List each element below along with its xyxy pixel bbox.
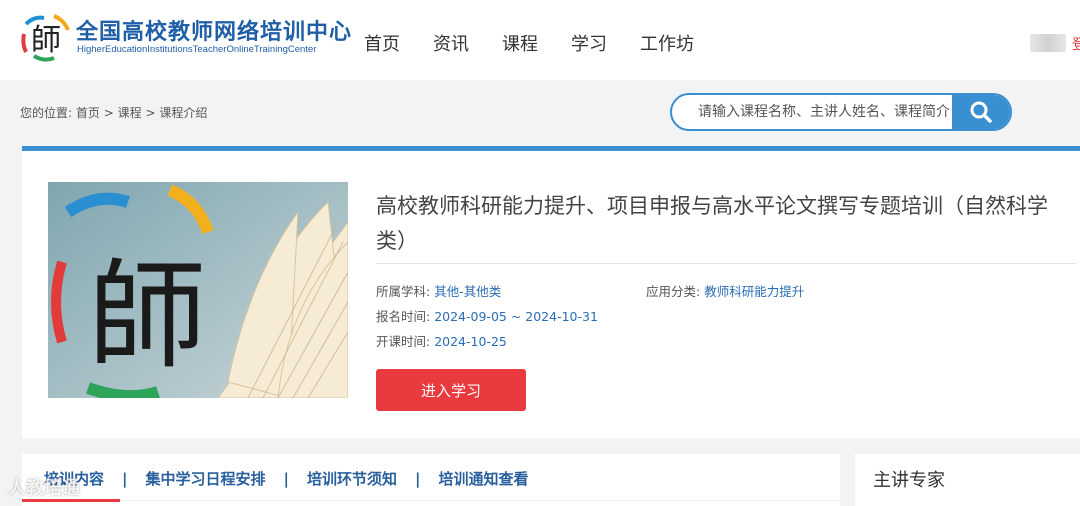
nav-home[interactable]: 首页 xyxy=(364,30,400,56)
enter-learning-button[interactable]: 进入学习 xyxy=(376,369,526,411)
nav-workshop[interactable]: 工作坊 xyxy=(640,30,694,56)
tab-separator: | xyxy=(415,469,421,488)
course-title: 高校教师科研能力提升、项目申报与高水平论文撰写专题培训（自然科学类） xyxy=(376,194,1048,253)
tab-separator: | xyxy=(283,469,289,488)
site-header: 師 全国高校教师网络培训中心 HigherEducationInstitutio… xyxy=(0,0,1080,80)
breadcrumb-home[interactable]: 首页 xyxy=(76,106,100,120)
enroll-value: 2024-09-05 ~ 2024-10-31 xyxy=(434,309,598,324)
tab-schedule[interactable]: 集中学习日程安排 xyxy=(146,468,266,489)
search-box xyxy=(670,93,1012,131)
svg-text:師: 師 xyxy=(88,247,206,385)
expert-panel-title: 主讲专家 xyxy=(873,470,945,491)
main-nav: 首页 资讯 课程 学习 工作坊 xyxy=(364,30,727,56)
course-subject: 所属学科: 其他-其他类 xyxy=(376,281,501,300)
tab-separator: | xyxy=(122,469,128,488)
course-cover-image: 師 xyxy=(48,182,348,398)
search-input[interactable] xyxy=(672,95,954,129)
tab-instructions[interactable]: 培训环节须知 xyxy=(307,468,397,489)
breadcrumb-course-intro[interactable]: 课程介绍 xyxy=(159,106,207,120)
course-category: 应用分类: 教师科研能力提升 xyxy=(646,281,804,300)
brand-title: 全国高校教师网络培训中心 xyxy=(76,20,353,45)
breadcrumb-separator: > xyxy=(145,106,156,120)
breadcrumb-prefix: 您的位置: xyxy=(20,106,73,120)
user-info-blurred[interactable] xyxy=(1030,34,1066,52)
course-start-time: 开课时间: 2024-10-25 xyxy=(376,331,507,350)
breadcrumb-courses[interactable]: 课程 xyxy=(118,106,142,120)
enroll-label: 报名时间: xyxy=(376,309,431,324)
svg-text:師: 師 xyxy=(31,23,61,58)
site-logo-icon[interactable]: 師 xyxy=(20,12,76,62)
watermark-text: 人教培通 xyxy=(8,478,80,499)
start-value: 2024-10-25 xyxy=(434,334,507,349)
category-label: 应用分类: xyxy=(646,284,701,299)
tabs-baseline xyxy=(22,500,840,501)
title-divider xyxy=(376,263,1076,264)
breadcrumb-separator: > xyxy=(103,106,114,120)
tabs-panel: 培训内容 | 集中学习日程安排 | 培训环节须知 | 培训通知查看 xyxy=(22,454,840,506)
start-label: 开课时间: xyxy=(376,334,431,349)
tab-notices[interactable]: 培训通知查看 xyxy=(439,468,529,489)
content-tabs: 培训内容 | 集中学习日程安排 | 培训环节须知 | 培训通知查看 xyxy=(44,468,529,489)
login-link[interactable]: 登 xyxy=(1072,34,1080,54)
subject-value[interactable]: 其他-其他类 xyxy=(434,284,501,299)
course-card: 師 高校教师科研能力提升、项目申报与高水平论文撰写专题培训（自然科学类） 所属学… xyxy=(22,146,1080,438)
expert-panel: 主讲专家 xyxy=(855,454,1080,506)
subject-label: 所属学科: xyxy=(376,284,431,299)
breadcrumb: 您的位置: 首页 > 课程 > 课程介绍 xyxy=(20,104,207,121)
search-icon xyxy=(970,101,992,123)
search-button[interactable] xyxy=(952,95,1010,129)
nav-learning[interactable]: 学习 xyxy=(571,30,607,56)
brand-subtitle: HigherEducationInstitutionsTeacherOnline… xyxy=(77,44,317,55)
category-value[interactable]: 教师科研能力提升 xyxy=(704,284,804,299)
nav-courses[interactable]: 课程 xyxy=(502,30,538,56)
course-enroll-time: 报名时间: 2024-09-05 ~ 2024-10-31 xyxy=(376,306,598,325)
nav-news[interactable]: 资讯 xyxy=(433,30,469,56)
